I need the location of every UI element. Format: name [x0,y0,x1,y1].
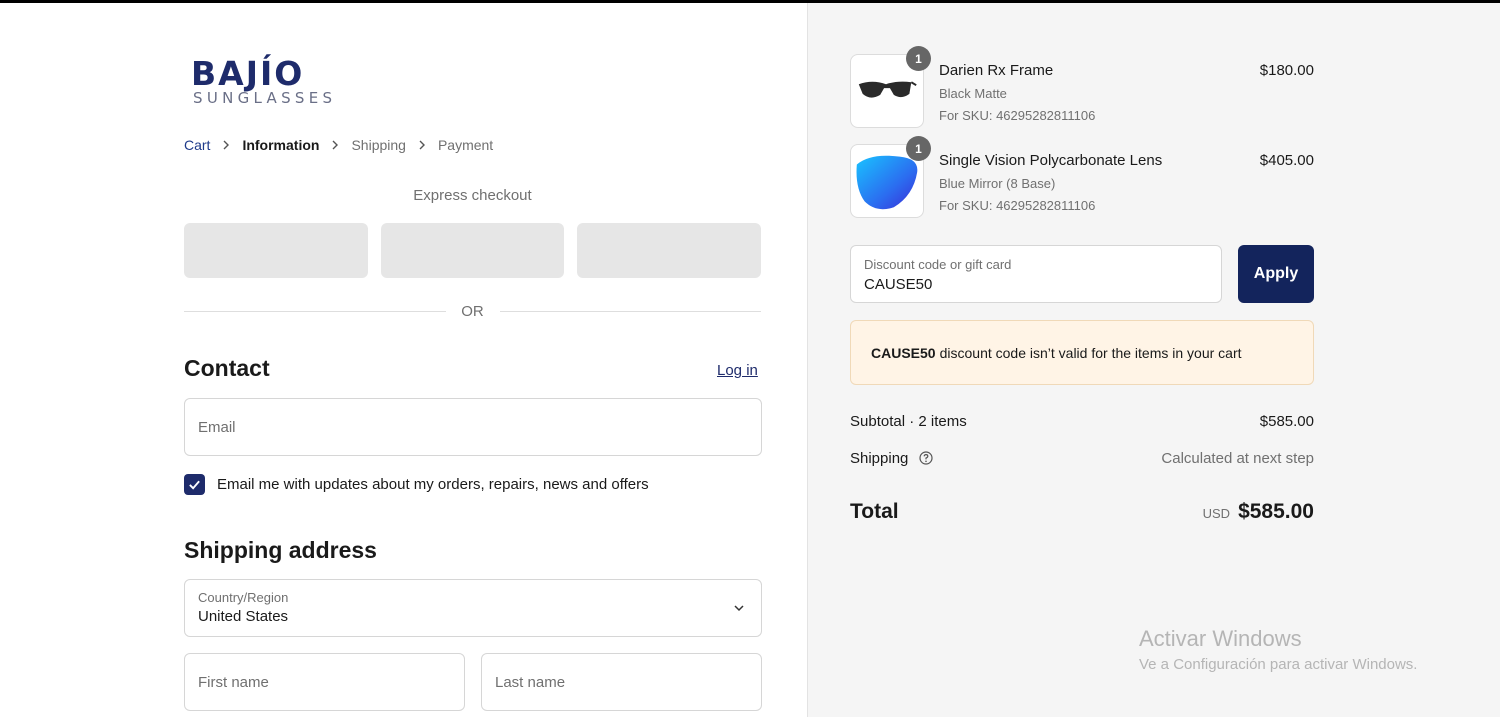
chevron-right-icon [319,140,351,150]
subtotal-value: $585.00 [1259,413,1314,430]
quantity-badge: 1 [906,136,931,161]
checkout-main: BAJÍO SUNGLASSES Cart Information Shippi… [0,3,807,717]
apply-discount-button[interactable]: Apply [1238,245,1314,303]
country-value: United States [198,608,289,625]
shipping-row: Shipping Calculated at next step [850,450,1314,467]
newsletter-checkbox[interactable] [184,474,205,495]
breadcrumb-shipping: Shipping [351,137,406,153]
first-name-field[interactable]: First name [184,653,465,711]
discount-error-alert: CAUSE50 discount code isn’t valid for th… [850,320,1314,385]
divider-line [184,310,446,312]
subtotal-row: Subtotal · 2 items $585.00 [850,413,1314,430]
item-price: $405.00 [1259,152,1314,169]
shipping-label: Shipping [850,450,909,467]
windows-activation-watermark: Activar Windows Ve a Configuración para … [1139,626,1417,673]
logo-wordmark: BAJÍO [191,54,305,93]
item-variant: Blue Mirror (8 Base) [939,176,1056,191]
checkmark-icon [189,480,200,490]
subtotal-label: Subtotal · 2 items [850,413,967,430]
quantity-badge: 1 [906,46,931,71]
logo-tagline: SUNGLASSES [193,89,337,107]
chevron-right-icon [210,140,242,150]
email-placeholder: Email [198,419,236,436]
discount-code-input[interactable]: Discount code or gift card CAUSE50 [850,245,1222,303]
chevron-down-icon [734,605,744,612]
item-name: Single Vision Polycarbonate Lens [939,152,1163,169]
newsletter-label: Email me with updates about my orders, r… [217,476,649,493]
last-name-field[interactable]: Last name [481,653,762,711]
express-checkout-title: Express checkout [413,187,532,204]
first-name-placeholder: First name [198,674,269,691]
shipping-value: Calculated at next step [1161,450,1314,467]
item-price: $180.00 [1259,62,1314,79]
express-pay-button-1[interactable] [184,223,368,278]
total-label: Total [850,500,899,523]
item-variant: Black Matte [939,86,1007,101]
contact-heading: Contact [184,355,270,381]
express-pay-button-3[interactable] [577,223,762,278]
newsletter-option[interactable]: Email me with updates about my orders, r… [184,474,649,495]
cart-item: 1 Darien Rx Frame Black Matte For SKU: 4… [850,46,1314,128]
email-field[interactable]: Email [184,398,762,456]
breadcrumb-payment: Payment [437,137,494,153]
cart-item: 1 Single Vision Polycarbonate Lens Blue … [850,136,1314,218]
help-icon[interactable] [918,451,933,465]
watermark-subtitle: Ve a Configuración para activar Windows. [1139,656,1418,673]
total-row: Total USD $585.00 [850,500,1314,524]
breadcrumb-cart[interactable]: Cart [184,137,210,153]
breadcrumb-information: Information [242,137,320,153]
alert-message: discount code isn’t valid for the items … [939,344,1242,361]
discount-value: CAUSE50 [864,276,933,293]
divider-line [499,310,761,312]
or-divider: OR [184,301,761,321]
item-sku: For SKU: 46295282811106 [939,108,1096,123]
item-sku: For SKU: 46295282811106 [939,198,1096,213]
express-pay-button-2[interactable] [380,223,565,278]
country-select[interactable]: Country/Region United States [184,579,762,637]
item-name: Darien Rx Frame [939,62,1054,79]
order-summary: 1 Darien Rx Frame Black Matte For SKU: 4… [807,3,1500,717]
shipping-address-heading: Shipping address [184,537,377,563]
watermark-title: Activar Windows [1139,626,1302,651]
express-checkout-buttons [184,223,762,278]
total-amount: $585.00 [1238,500,1314,523]
chevron-right-icon [406,140,438,150]
last-name-placeholder: Last name [495,674,566,691]
login-link[interactable]: Log in [717,362,758,379]
discount-label: Discount code or gift card [864,257,1012,272]
currency-code: USD [1202,506,1231,521]
country-label: Country/Region [198,590,289,605]
brand-logo[interactable]: BAJÍO SUNGLASSES [191,48,361,110]
or-label: OR [461,302,484,320]
breadcrumb: Cart Information Shipping Payment [184,135,493,155]
alert-code: CAUSE50 [871,344,936,361]
